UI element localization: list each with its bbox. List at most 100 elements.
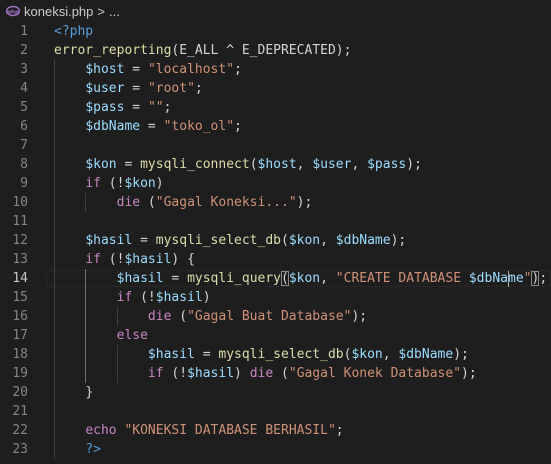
code-token: error_reporting (54, 43, 172, 58)
code-line[interactable]: 1 <?php (0, 22, 551, 41)
code-text: ?> (54, 440, 101, 459)
code-line[interactable]: 12 $hasil = mysqli_select_db($kon, $dbNa… (0, 231, 551, 250)
code-token: ( (249, 157, 258, 172)
code-line[interactable]: 23 ?> (0, 440, 551, 459)
code-token: <?php (54, 24, 94, 39)
indent-guide (117, 345, 118, 383)
code-token: "toko_ol" (163, 119, 235, 134)
code-line[interactable]: 6 $dbName = "toko_ol"; (0, 117, 551, 136)
code-line[interactable]: 11 (0, 212, 551, 231)
code-token: = (116, 157, 141, 172)
code-token: , (320, 271, 336, 286)
line-number: 2 (20, 43, 28, 58)
code-line[interactable]: 22 echo "KONEKSI DATABASE BERHASIL"; (0, 421, 551, 440)
code-line[interactable]: 3 $host = "localhost"; (0, 60, 551, 79)
code-text: $user = "root"; (54, 79, 202, 98)
code-token: $kon (124, 176, 156, 191)
code-token: } (85, 385, 94, 400)
code-token: else (116, 328, 148, 343)
code-token: ); (296, 195, 313, 210)
code-token: if (85, 176, 101, 191)
code-text: error_reporting(E_ALL ^ E_DEPRECATED); (54, 41, 351, 60)
breadcrumb-file-name[interactable]: koneksi.php (24, 4, 93, 19)
code-text: $hasil = mysqli_query($kon, "CREATE DATA… (54, 269, 547, 288)
line-number: 8 (20, 157, 28, 172)
code-editor[interactable]: 1 <?php 2 error_reporting(E_ALL ^ E_DEPRECA… (0, 22, 551, 464)
code-token: ); (390, 233, 407, 248)
code-token: mysqli_select_db (218, 347, 344, 362)
code-token: ) { (171, 252, 195, 267)
code-token: ?> (85, 442, 101, 457)
breadcrumb-symbol-ellipsis[interactable]: ... (109, 4, 120, 19)
code-token: $hasil (124, 252, 172, 267)
code-token: if (147, 366, 164, 381)
code-token: , (296, 157, 313, 172)
code-token: die (147, 309, 172, 324)
code-token: , (382, 347, 399, 362)
code-token: ( (273, 366, 289, 381)
code-line[interactable]: 5 $pass = ""; (0, 98, 551, 117)
line-number: 9 (20, 176, 28, 191)
code-line[interactable]: 7 (0, 136, 551, 155)
code-text: else (54, 326, 148, 345)
code-token: mysqli_select_db (155, 233, 281, 248)
code-line[interactable]: 21 (0, 402, 551, 421)
code-token: ; (163, 100, 172, 115)
line-number: 6 (20, 119, 28, 134)
code-token: = (124, 62, 148, 77)
code-token: mysqli_query (187, 271, 281, 286)
code-text: $dbName = "toko_ol"; (54, 117, 242, 136)
code-line[interactable]: 4 $user = "root"; (0, 79, 551, 98)
code-line[interactable]: 19 if (!$hasil) die ("Gagal Konek Databa… (0, 364, 551, 383)
code-token: $hasil (147, 347, 195, 362)
code-token: "KONEKSI DATABASE BERHASIL" (124, 423, 336, 438)
code-token: "Gagal Koneksi..." (155, 195, 297, 210)
code-line[interactable]: 15 if (!$hasil) (0, 288, 551, 307)
code-token: (! (163, 366, 188, 381)
code-token: "localhost" (147, 62, 235, 77)
line-number: 5 (20, 100, 28, 115)
code-token: ( (281, 271, 289, 286)
code-line[interactable]: 18 $hasil = mysqli_select_db($kon, $dbNa… (0, 345, 551, 364)
code-line[interactable]: 17 else (0, 326, 551, 345)
code-text: $host = "localhost"; (54, 60, 242, 79)
code-token: $host (257, 157, 297, 172)
indent-guide (85, 269, 86, 383)
code-token: $pass (367, 157, 407, 172)
line-number: 7 (20, 138, 28, 153)
code-token: ; (539, 271, 548, 286)
code-line[interactable]: 10 die ("Gagal Koneksi..."); (0, 193, 551, 212)
line-number: 23 (12, 442, 28, 457)
code-line[interactable]: 8 $kon = mysqli_connect($host, $user, $p… (0, 155, 551, 174)
line-number: 12 (12, 233, 28, 248)
code-token: (E_ALL ^ E_DEPRECATED); (171, 43, 352, 58)
code-text: } (54, 383, 93, 402)
code-token: "" (147, 100, 164, 115)
code-line[interactable]: 14 $hasil = mysqli_query($kon, "CREATE D… (0, 269, 551, 288)
code-token: $dbName (335, 233, 391, 248)
code-line[interactable]: 13 if (!$hasil) { (0, 250, 551, 269)
code-token: ) (234, 366, 250, 381)
code-line[interactable]: 16 die ("Gagal Buat Database"); (0, 307, 551, 326)
line-number: 18 (12, 347, 28, 362)
code-token: ( (140, 195, 156, 210)
code-token: $dbName (398, 347, 454, 362)
line-number: 4 (20, 81, 28, 96)
line-number: 20 (12, 385, 28, 400)
code-line[interactable]: 9 if (!$kon) (0, 174, 551, 193)
code-token: (! (132, 290, 156, 305)
code-token: $hasil (116, 271, 164, 286)
breadcrumb-separator: > (97, 3, 105, 19)
code-token: ( (281, 233, 289, 248)
code-line[interactable]: 20 } (0, 383, 551, 402)
code-token: "root" (147, 81, 195, 96)
code-token: ; (234, 62, 242, 77)
code-token: ); (351, 309, 368, 324)
code-text: if (!$kon) (54, 174, 163, 193)
code-line[interactable]: 2 error_reporting(E_ALL ^ E_DEPRECATED); (0, 41, 551, 60)
